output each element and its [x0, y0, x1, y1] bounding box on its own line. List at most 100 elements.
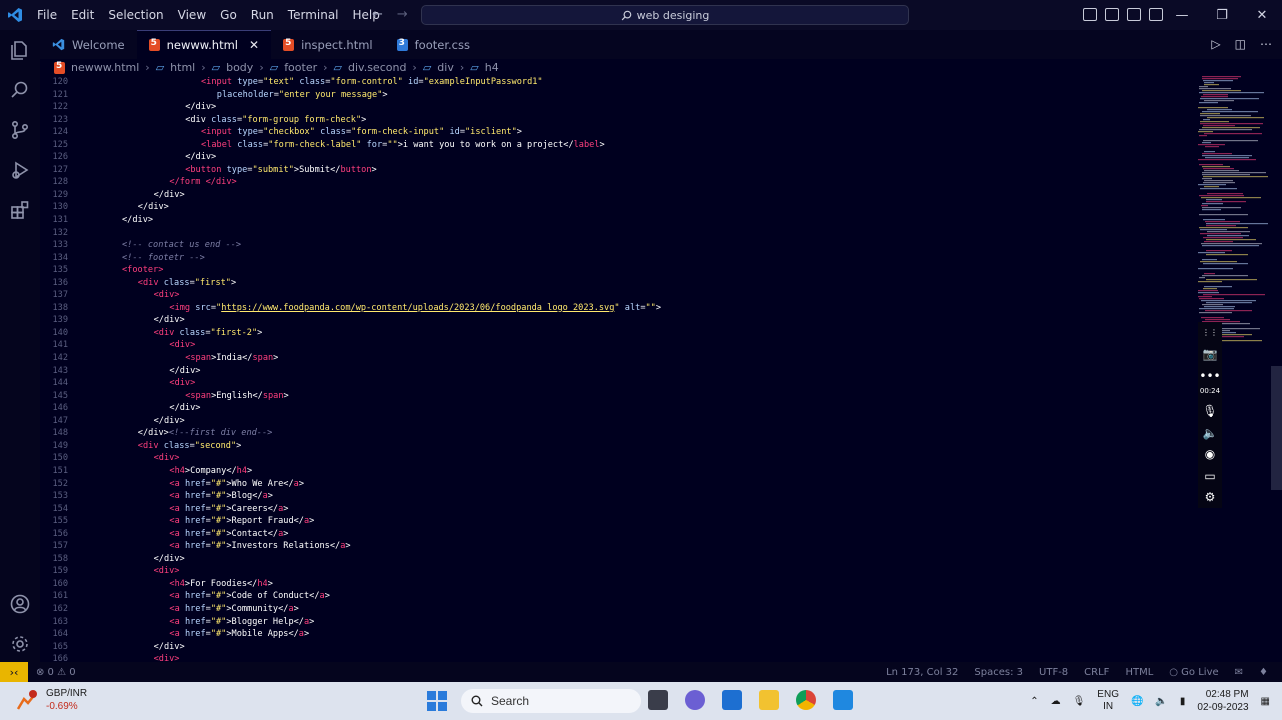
explorer-icon[interactable]	[0, 30, 40, 70]
menu-terminal[interactable]: Terminal	[281, 0, 346, 30]
go-live-button[interactable]: ○ Go Live	[1169, 667, 1218, 678]
menu-run[interactable]: Run	[244, 0, 281, 30]
menu-view[interactable]: View	[171, 0, 213, 30]
run-debug-icon[interactable]	[0, 150, 40, 190]
toggle-panel-icon[interactable]	[1105, 8, 1119, 21]
editor-scrollbar[interactable]	[1271, 366, 1282, 490]
code-line[interactable]: 141 <div>	[40, 339, 1192, 352]
toggle-secondary-sidebar-icon[interactable]	[1127, 8, 1141, 21]
chevron-up-icon[interactable]: ⌃	[1030, 696, 1038, 707]
code-line[interactable]: 157 <a href="#">Investors Relations</a>	[40, 540, 1192, 553]
code-editor[interactable]: 120 <input type="text" class="form-contro…	[40, 76, 1192, 662]
notification-center-icon[interactable]: ▦	[1261, 696, 1270, 707]
language-mode[interactable]: HTML	[1125, 667, 1153, 678]
code-line[interactable]: 152 <a href="#">Who We Are</a>	[40, 478, 1192, 491]
menu-edit[interactable]: Edit	[64, 0, 101, 30]
cloud-icon[interactable]: ☁	[1051, 696, 1061, 707]
code-line[interactable]: 155 <a href="#">Report Fraud</a>	[40, 515, 1192, 528]
webcam-icon[interactable]: ◉	[1205, 443, 1215, 465]
code-line[interactable]: 126 </div>	[40, 151, 1192, 164]
more-options-icon[interactable]: •••	[1199, 365, 1220, 387]
code-line[interactable]: 154 <a href="#">Careers</a>	[40, 503, 1192, 516]
breadcrumb-item[interactable]: newww.html	[71, 61, 139, 74]
close-tab-icon[interactable]: ✕	[249, 38, 259, 52]
code-line[interactable]: 120 <input type="text" class="form-contro…	[40, 76, 1192, 89]
code-line[interactable]: 156 <a href="#">Contact</a>	[40, 528, 1192, 541]
taskbar-search[interactable]: Search	[461, 689, 641, 713]
toggle-primary-sidebar-icon[interactable]	[1083, 8, 1097, 21]
code-line[interactable]: 124 <input type="checkbox" class="form-ch…	[40, 126, 1192, 139]
file-explorer-icon[interactable]	[759, 690, 779, 710]
settings-gear-icon[interactable]: ⚙	[1205, 486, 1216, 508]
code-line[interactable]: 149 <div class="second">	[40, 440, 1192, 453]
code-line[interactable]: 121 placeholder="enter your message">	[40, 89, 1192, 102]
code-line[interactable]: 134 <!-- footetr -->	[40, 252, 1192, 265]
code-line[interactable]: 143 </div>	[40, 365, 1192, 378]
code-line[interactable]: 161 <a href="#">Code of Conduct</a>	[40, 590, 1192, 603]
teams-chat-icon[interactable]	[685, 690, 705, 710]
speaker-icon[interactable]: 🔈	[1203, 422, 1218, 444]
breadcrumb-item[interactable]: footer	[284, 61, 317, 74]
code-line[interactable]: 137 <div>	[40, 289, 1192, 302]
code-line[interactable]: 142 <span>India</span>	[40, 352, 1192, 365]
code-line[interactable]: 165 </div>	[40, 641, 1192, 654]
minimize-icon[interactable]: —	[1162, 0, 1202, 30]
remote-icon[interactable]: ›‹	[0, 662, 28, 682]
code-line[interactable]: 163 <a href="#">Blogger Help</a>	[40, 616, 1192, 629]
globe-icon[interactable]: 🌐	[1131, 696, 1143, 707]
indentation[interactable]: Spaces: 3	[974, 667, 1023, 678]
system-clock[interactable]: 02:48 PM 02-09-2023	[1197, 688, 1248, 714]
code-line[interactable]: 147 </div>	[40, 415, 1192, 428]
volume-icon[interactable]: 🔈	[1155, 696, 1167, 707]
menu-go[interactable]: Go	[213, 0, 244, 30]
code-line[interactable]: 132	[40, 227, 1192, 240]
breadcrumb-item[interactable]: div	[437, 61, 454, 74]
cursor-position[interactable]: Ln 173, Col 32	[886, 667, 958, 678]
code-line[interactable]: 148 </div><!--first div end-->	[40, 427, 1192, 440]
settings-gear-icon[interactable]	[0, 624, 40, 664]
end-of-line[interactable]: CRLF	[1084, 667, 1109, 678]
more-actions-icon[interactable]: ⋯	[1260, 37, 1272, 51]
search-icon[interactable]	[0, 70, 40, 110]
maximize-icon[interactable]: ❐	[1202, 0, 1242, 30]
code-line[interactable]: 127 <button type="submit">Submit</button>	[40, 164, 1192, 177]
code-line[interactable]: 136 <div class="first">	[40, 277, 1192, 290]
split-editor-icon[interactable]: ◫	[1235, 37, 1246, 51]
screen-icon[interactable]: ▭	[1204, 465, 1215, 487]
code-line[interactable]: 123 <div class="form-group form-check">	[40, 114, 1192, 127]
vscode-taskbar-icon[interactable]	[833, 690, 853, 710]
code-line[interactable]: 166 <div>	[40, 653, 1192, 662]
forward-arrow-icon[interactable]: →	[397, 7, 408, 22]
drag-handle-icon[interactable]: ⋮⋮	[1202, 322, 1218, 344]
code-line[interactable]: 144 <div>	[40, 377, 1192, 390]
code-line[interactable]: 133 <!-- contact us end -->	[40, 239, 1192, 252]
code-line[interactable]: 140 <div class="first-2">	[40, 327, 1192, 340]
microphone-icon[interactable]: 🎙	[1073, 696, 1086, 707]
breadcrumb-item[interactable]: html	[170, 61, 195, 74]
back-arrow-icon[interactable]: ←	[372, 7, 383, 22]
breadcrumb-item[interactable]: div.second	[348, 61, 406, 74]
file-manager-icon[interactable]	[648, 690, 668, 710]
code-line[interactable]: 128 </form </div>	[40, 176, 1192, 189]
menu-selection[interactable]: Selection	[101, 0, 170, 30]
language-indicator[interactable]: ENG IN	[1097, 689, 1119, 713]
code-line[interactable]: 151 <h4>Company</h4>	[40, 465, 1192, 478]
camera-icon[interactable]: 📷	[1203, 344, 1218, 366]
encoding[interactable]: UTF-8	[1039, 667, 1068, 678]
tab-welcome[interactable]: Welcome	[40, 30, 137, 59]
code-line[interactable]: 164 <a href="#">Mobile Apps</a>	[40, 628, 1192, 641]
feedback-icon[interactable]: ✉	[1235, 667, 1243, 678]
code-line[interactable]: 138 <img src="https://www.foodpanda.com/w…	[40, 302, 1192, 315]
extensions-icon[interactable]	[0, 190, 40, 230]
tab-newww-html[interactable]: newww.html ✕	[136, 30, 272, 59]
battery-icon[interactable]: ▮	[1180, 696, 1186, 707]
notifications-bell-icon[interactable]: ♦	[1259, 667, 1268, 678]
code-line[interactable]: 125 <label class="form-check-label" for="…	[40, 139, 1192, 152]
code-line[interactable]: 150 <div>	[40, 452, 1192, 465]
code-line[interactable]: 159 <div>	[40, 565, 1192, 578]
code-line[interactable]: 145 <span>English</span>	[40, 390, 1192, 403]
store-icon[interactable]	[722, 690, 742, 710]
code-line[interactable]: 162 <a href="#">Community</a>	[40, 603, 1192, 616]
breadcrumb-item[interactable]: body	[226, 61, 253, 74]
code-line[interactable]: 146 </div>	[40, 402, 1192, 415]
